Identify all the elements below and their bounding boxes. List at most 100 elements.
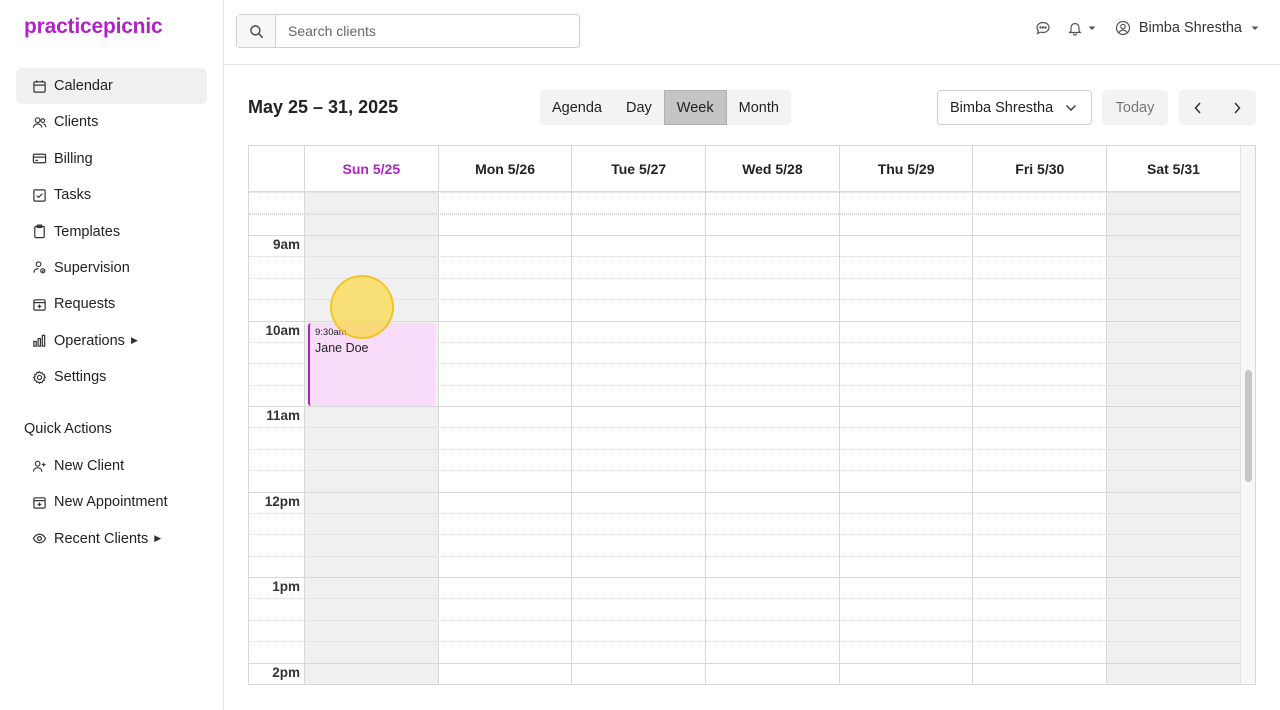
quarter-hour-line [249, 512, 1241, 514]
quarter-hour-line [249, 427, 1241, 429]
quarter-hour-line [249, 641, 1241, 643]
clipboard-icon [34, 224, 45, 239]
hour-line [249, 235, 305, 236]
time-label: 9am [272, 237, 300, 252]
quarter-hour-line [249, 470, 1241, 472]
sidebar-item-templates[interactable]: Templates [16, 214, 207, 250]
quarter-hour-line [249, 555, 1241, 557]
sidebar: practicepicnic Calendar Clients Billing … [0, 0, 224, 710]
notifications-dropdown[interactable] [1067, 20, 1097, 36]
view-agenda-button[interactable]: Agenda [540, 90, 614, 125]
sidebar-item-supervision[interactable]: Supervision [16, 250, 207, 286]
app-logo[interactable]: practicepicnic [24, 15, 163, 39]
appointment-time: 9:30am [315, 327, 347, 338]
sidebar-item-label: Tasks [54, 187, 92, 204]
messages-icon[interactable] [1035, 20, 1051, 36]
quick-action-label: New Client [54, 458, 125, 474]
scrollbar-thumb[interactable] [1245, 370, 1252, 482]
sidebar-item-calendar[interactable]: Calendar [16, 68, 207, 104]
supervision-icon [33, 261, 46, 274]
hour-line [305, 320, 1241, 322]
quick-actions-title: Quick Actions [24, 421, 112, 437]
hour-line [249, 491, 305, 493]
day-column[interactable] [706, 192, 840, 684]
sidebar-item-billing[interactable]: Billing [16, 141, 207, 177]
hour-line [249, 320, 305, 322]
bar-chart-icon [33, 334, 46, 347]
time-gutter: 9am 10am 11am 12pm 1pm 2pm [249, 192, 305, 684]
search-input[interactable] [276, 15, 579, 47]
day-column[interactable] [439, 192, 573, 684]
calendar-plus-icon [33, 299, 46, 311]
view-switcher: Agenda Day Week Month [540, 90, 791, 125]
quick-action-new-appointment[interactable]: New Appointment [16, 484, 207, 520]
sidebar-item-settings[interactable]: Settings [16, 359, 207, 395]
date-nav [1179, 90, 1256, 125]
provider-select[interactable]: Bimba Shrestha [937, 90, 1092, 125]
time-label: 1pm [272, 579, 300, 594]
user-menu[interactable]: Bimba Shrestha [1115, 20, 1260, 36]
time-gutter-header [249, 146, 305, 191]
quarter-hour-line [249, 534, 1241, 536]
day-column[interactable] [572, 192, 707, 684]
day-column[interactable] [1107, 192, 1241, 684]
view-week-button[interactable]: Week [663, 90, 727, 125]
hour-line [305, 577, 1241, 578]
chevron-down-icon [1088, 26, 1096, 30]
quarter-hour-line [249, 448, 1241, 450]
quarter-hour-line [249, 213, 1241, 214]
calendar-scrollbar[interactable] [1240, 146, 1255, 684]
sidebar-item-label: Supervision [54, 259, 130, 276]
sidebar-item-tasks[interactable]: Tasks [16, 177, 207, 213]
bell-icon [1068, 22, 1082, 36]
quick-actions: New Client New Appointment Recent Client… [16, 448, 207, 557]
calendar-body[interactable]: 9am 10am 11am 12pm 1pm 2pm 9:30am Jane D… [249, 192, 1241, 684]
top-right-controls: Bimba Shrestha [1035, 20, 1260, 36]
chevron-right-icon [1234, 101, 1241, 114]
avatar-icon [1115, 20, 1130, 36]
day-column[interactable] [305, 192, 439, 684]
sidebar-item-requests[interactable]: Requests [16, 286, 207, 322]
view-day-button[interactable]: Day [614, 90, 664, 125]
day-header[interactable]: Thu 5/29 [840, 146, 974, 191]
users-icon [32, 117, 47, 128]
quarter-hour-line [249, 256, 1241, 258]
user-name: Bimba Shrestha [1138, 20, 1242, 36]
quick-action-new-client[interactable]: New Client [16, 448, 207, 484]
date-range-title: May 25 – 31, 2025 [248, 97, 399, 117]
sidebar-item-operations[interactable]: Operations ▶ [16, 323, 207, 359]
sidebar-item-label: Clients [54, 114, 99, 131]
gear-icon [32, 370, 47, 384]
checkbox-icon [33, 188, 46, 202]
search-icon[interactable] [237, 15, 276, 47]
sidebar-item-clients[interactable]: Clients [16, 104, 207, 140]
sidebar-item-label: Operations [54, 332, 125, 349]
main-nav: Calendar Clients Billing Tasks Templates… [16, 68, 207, 396]
day-header[interactable]: Sat 5/31 [1107, 146, 1241, 191]
hour-line [305, 662, 1241, 664]
top-bar: Bimba Shrestha [224, 0, 1280, 65]
day-header[interactable]: Fri 5/30 [973, 146, 1108, 191]
eye-icon [32, 533, 47, 544]
day-header[interactable]: Wed 5/28 [706, 146, 840, 191]
hour-line [305, 235, 1241, 236]
chevron-down-icon [1066, 105, 1076, 111]
view-month-button[interactable]: Month [727, 90, 791, 125]
day-column[interactable] [974, 192, 1108, 684]
day-header[interactable]: Mon 5/26 [439, 146, 573, 191]
quick-action-recent-clients[interactable]: Recent Clients ▶ [16, 521, 207, 557]
hour-line [305, 491, 1241, 493]
day-header[interactable]: Sun 5/25 [305, 146, 439, 191]
user-plus-icon [32, 460, 46, 472]
appointment-client: Jane Doe [315, 341, 369, 355]
quarter-hour-line [249, 683, 1241, 684]
previous-week-button[interactable] [1179, 90, 1218, 125]
day-header[interactable]: Tue 5/27 [572, 146, 707, 191]
time-label: 2pm [272, 664, 300, 680]
appointment-event[interactable]: 9:30am Jane Doe [308, 323, 435, 406]
day-column[interactable] [840, 192, 974, 684]
today-button[interactable]: Today [1102, 90, 1168, 125]
next-week-button[interactable] [1218, 90, 1257, 125]
calendar-plus-icon [33, 497, 46, 509]
credit-card-icon [32, 153, 47, 164]
